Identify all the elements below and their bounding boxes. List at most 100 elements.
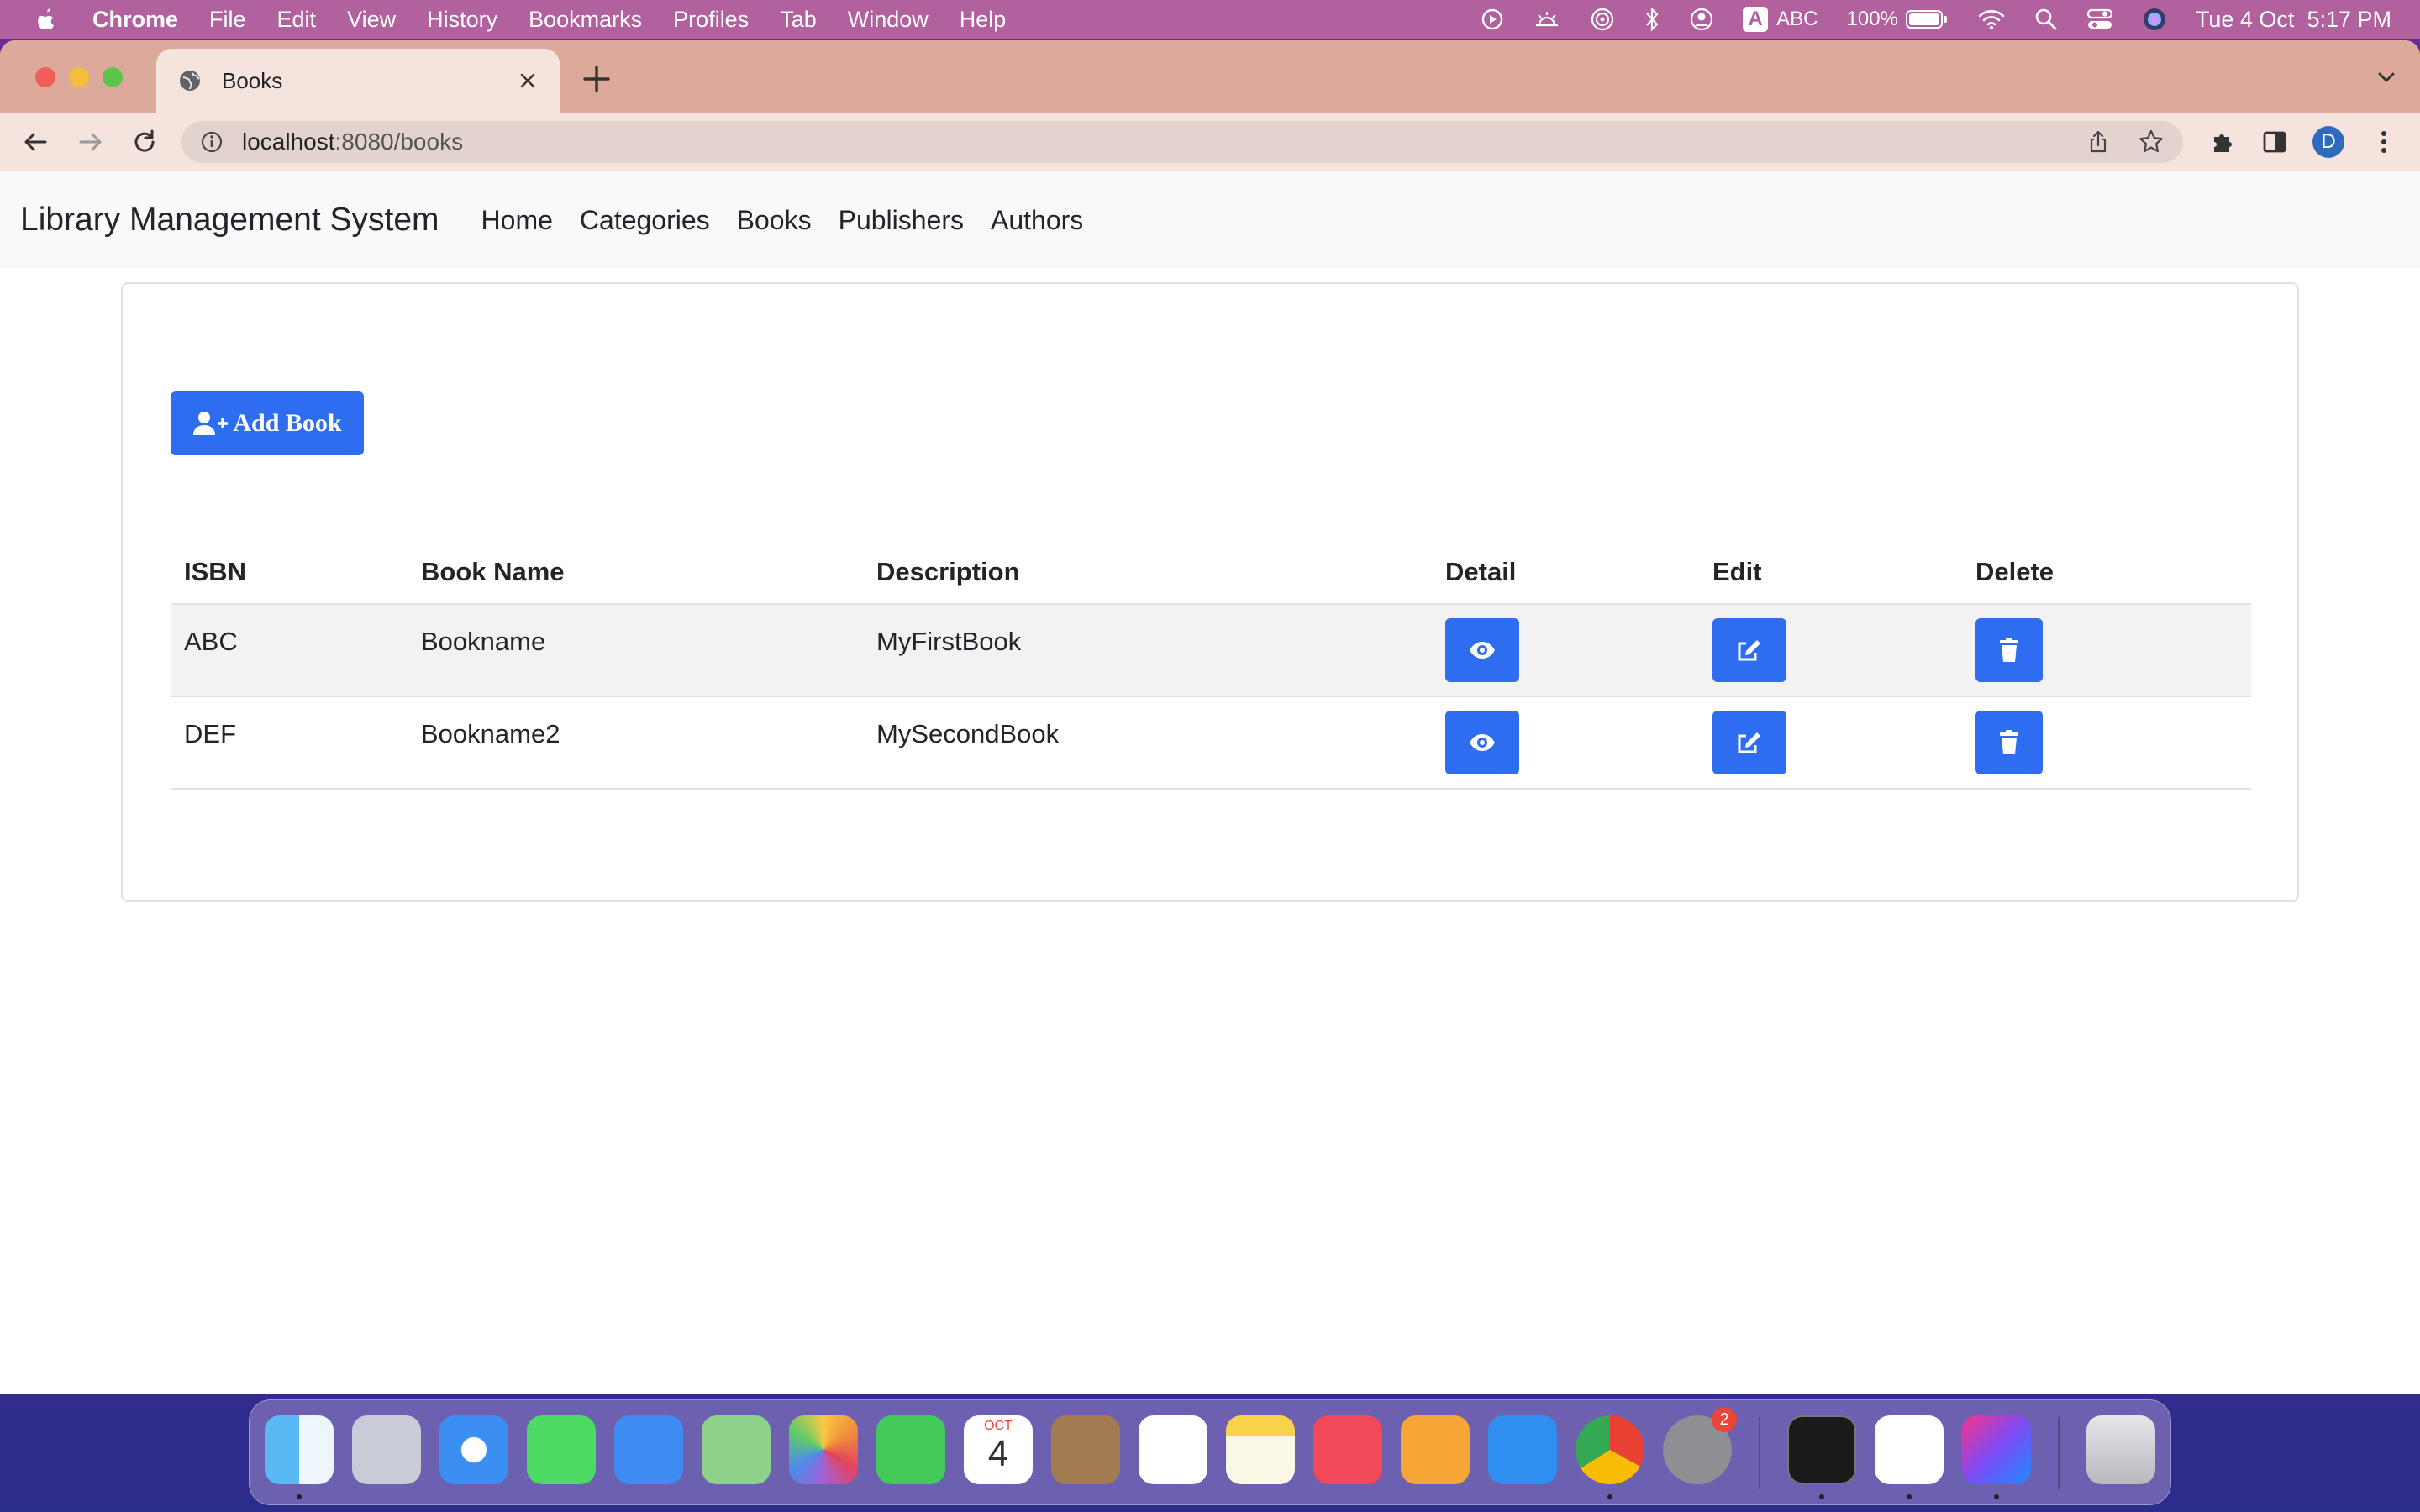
bluetooth-icon[interactable] xyxy=(1644,7,1660,32)
siri-icon[interactable] xyxy=(2142,7,2167,32)
menu-history[interactable]: History xyxy=(427,7,497,33)
contacts-icon[interactable] xyxy=(1051,1415,1120,1484)
url-host: localhost xyxy=(242,129,335,155)
status-area: A ABC 100% Tue 4 Oct 5:17 PM xyxy=(1481,0,2391,39)
cell-delete xyxy=(1962,604,2251,697)
notes-icon[interactable] xyxy=(1226,1415,1295,1484)
side-panel-icon[interactable] xyxy=(2259,126,2291,158)
terminal-running-dot xyxy=(1819,1494,1824,1499)
new-tab-button[interactable] xyxy=(580,62,613,96)
menu-tab[interactable]: Tab xyxy=(780,7,817,33)
intellij-icon[interactable] xyxy=(1962,1415,2031,1484)
maps-icon[interactable] xyxy=(702,1415,771,1484)
bookmark-star-icon[interactable] xyxy=(2138,129,2165,155)
nav-link-authors[interactable]: Authors xyxy=(991,205,1083,236)
app-store-icon[interactable] xyxy=(1488,1415,1557,1484)
dock-separator xyxy=(1759,1417,1760,1489)
launchpad-icon[interactable] xyxy=(352,1415,421,1484)
photos-icon[interactable] xyxy=(789,1415,858,1484)
menu-file[interactable]: File xyxy=(209,7,246,33)
calendar-icon[interactable]: OCT 4 xyxy=(964,1415,1033,1484)
forward-arrow-icon[interactable] xyxy=(76,127,106,157)
dock: OCT 4 2 xyxy=(249,1399,2171,1505)
reload-icon[interactable] xyxy=(129,127,160,157)
header-book-name: Book Name xyxy=(408,540,863,605)
menu-window[interactable]: Window xyxy=(848,7,929,33)
system-settings-badge: 2 xyxy=(1712,1407,1737,1432)
menu-app-name[interactable]: Chrome xyxy=(92,7,178,33)
close-window-button[interactable] xyxy=(35,67,55,87)
vscode-icon[interactable] xyxy=(1875,1415,1944,1484)
detail-button[interactable] xyxy=(1445,618,1519,682)
mail-icon[interactable] xyxy=(614,1415,683,1484)
edit-button[interactable] xyxy=(1712,618,1786,682)
cell-delete xyxy=(1962,696,2251,790)
vscode-running-dot xyxy=(1907,1494,1912,1499)
user-plus-icon xyxy=(193,412,229,435)
battery-status[interactable]: 100% xyxy=(1847,8,1949,31)
menu-view[interactable]: View xyxy=(347,7,396,33)
cell-edit xyxy=(1699,604,1962,697)
edit-button[interactable] xyxy=(1712,711,1786,774)
profile-avatar[interactable]: D xyxy=(2312,126,2344,158)
clock[interactable]: Tue 4 Oct 5:17 PM xyxy=(2196,7,2391,33)
extensions-puzzle-icon[interactable] xyxy=(2207,126,2238,158)
chrome-icon[interactable] xyxy=(1576,1415,1644,1484)
airdrop-icon[interactable] xyxy=(1590,7,1615,32)
input-source-icon: A xyxy=(1743,7,1769,32)
url-path: :8080/books xyxy=(334,129,464,155)
control-center-icon[interactable] xyxy=(2086,8,2113,31)
terminal-icon[interactable] xyxy=(1787,1415,1856,1484)
menu-bookmarks[interactable]: Bookmarks xyxy=(529,7,642,33)
site-info-icon[interactable] xyxy=(200,130,224,154)
eye-icon xyxy=(1470,642,1495,659)
spotlight-search-icon[interactable] xyxy=(2034,8,2058,31)
pages-icon[interactable] xyxy=(1401,1415,1470,1484)
minimize-window-button[interactable] xyxy=(69,67,89,87)
add-book-button[interactable]: Add Book xyxy=(171,391,364,455)
facetime-icon[interactable] xyxy=(876,1415,945,1484)
table-header-row: ISBN Book Name Description Detail Edit D… xyxy=(171,540,2251,605)
apple-menu-icon[interactable] xyxy=(34,6,59,33)
web-page: Library Management System Home Categorie… xyxy=(0,172,2420,1394)
delete-button[interactable] xyxy=(1975,711,2043,774)
tab-search-chevron-icon[interactable] xyxy=(2373,64,2400,91)
nav-link-categories[interactable]: Categories xyxy=(580,205,710,236)
user-switch-icon[interactable] xyxy=(1689,7,1714,32)
tab-books[interactable]: Books xyxy=(156,49,560,113)
menu-help[interactable]: Help xyxy=(960,7,1007,33)
address-bar[interactable]: localhost:8080/books xyxy=(182,121,2183,163)
play-icon[interactable] xyxy=(1481,8,1504,31)
brand-link[interactable]: Library Management System xyxy=(20,202,439,239)
cell-detail xyxy=(1432,604,1699,697)
input-source[interactable]: A ABC xyxy=(1743,7,1818,32)
finder-icon[interactable] xyxy=(265,1415,334,1484)
fullscreen-window-button[interactable] xyxy=(103,67,123,87)
chrome-running-dot xyxy=(1607,1494,1612,1499)
delete-button[interactable] xyxy=(1975,618,2043,682)
nav-link-publishers[interactable]: Publishers xyxy=(839,205,964,236)
tab-strip: Books xyxy=(0,40,2420,113)
safari-icon[interactable] xyxy=(439,1415,508,1484)
share-icon[interactable] xyxy=(2086,129,2111,155)
tab-title: Books xyxy=(222,67,283,93)
globe-icon xyxy=(180,71,200,91)
browser-menu-kebab-icon[interactable] xyxy=(2368,126,2400,158)
brightness-icon[interactable] xyxy=(1533,8,1561,30)
music-icon[interactable] xyxy=(1313,1415,1382,1484)
nav-link-books[interactable]: Books xyxy=(737,205,812,236)
cell-edit xyxy=(1699,696,1962,790)
menu-edit[interactable]: Edit xyxy=(277,7,317,33)
messages-icon[interactable] xyxy=(527,1415,596,1484)
trash-bin-icon[interactable] xyxy=(2086,1415,2155,1484)
nav-link-home[interactable]: Home xyxy=(481,205,553,236)
detail-button[interactable] xyxy=(1445,711,1519,774)
menu-profiles[interactable]: Profiles xyxy=(673,7,749,33)
close-tab-icon[interactable] xyxy=(514,67,541,94)
cell-description: MyFirstBook xyxy=(863,604,1432,697)
reminders-icon[interactable] xyxy=(1139,1415,1207,1484)
back-arrow-icon[interactable] xyxy=(20,127,50,157)
wifi-icon[interactable] xyxy=(1977,8,2006,30)
finder-running-dot xyxy=(297,1494,302,1499)
table-row: DEF Bookname2 MySecondBook xyxy=(171,696,2251,790)
